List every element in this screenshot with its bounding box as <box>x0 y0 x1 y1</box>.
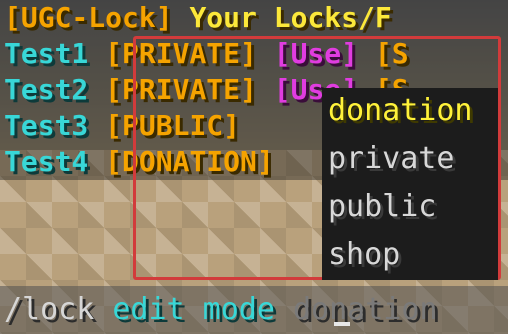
command-argument: edit mode <box>112 292 275 327</box>
autocomplete-option-public[interactable]: public <box>328 184 436 230</box>
lock-name[interactable]: Test3 <box>4 109 88 142</box>
lock-name[interactable]: Test1 <box>4 37 88 70</box>
text-cursor <box>334 322 350 326</box>
chat-prefix: [UGC-Lock] <box>4 1 173 34</box>
autocomplete-option-private[interactable]: private <box>328 136 454 182</box>
autocomplete-option-donation[interactable]: donation <box>328 88 473 134</box>
command-input[interactable]: /lock edit mode donation <box>4 288 438 332</box>
command-suggestion: donation <box>293 292 438 327</box>
chat-header-line: [UGC-Lock] Your Locks/F <box>4 0 392 36</box>
lock-name[interactable]: Test4 <box>4 145 88 178</box>
lock-name[interactable]: Test2 <box>4 73 88 106</box>
command-name: /lock <box>4 292 95 327</box>
autocomplete-dropdown: donation private public shop <box>322 88 498 280</box>
chat-header-text: Your Locks/F <box>189 1 392 34</box>
autocomplete-option-shop[interactable]: shop <box>328 232 400 278</box>
